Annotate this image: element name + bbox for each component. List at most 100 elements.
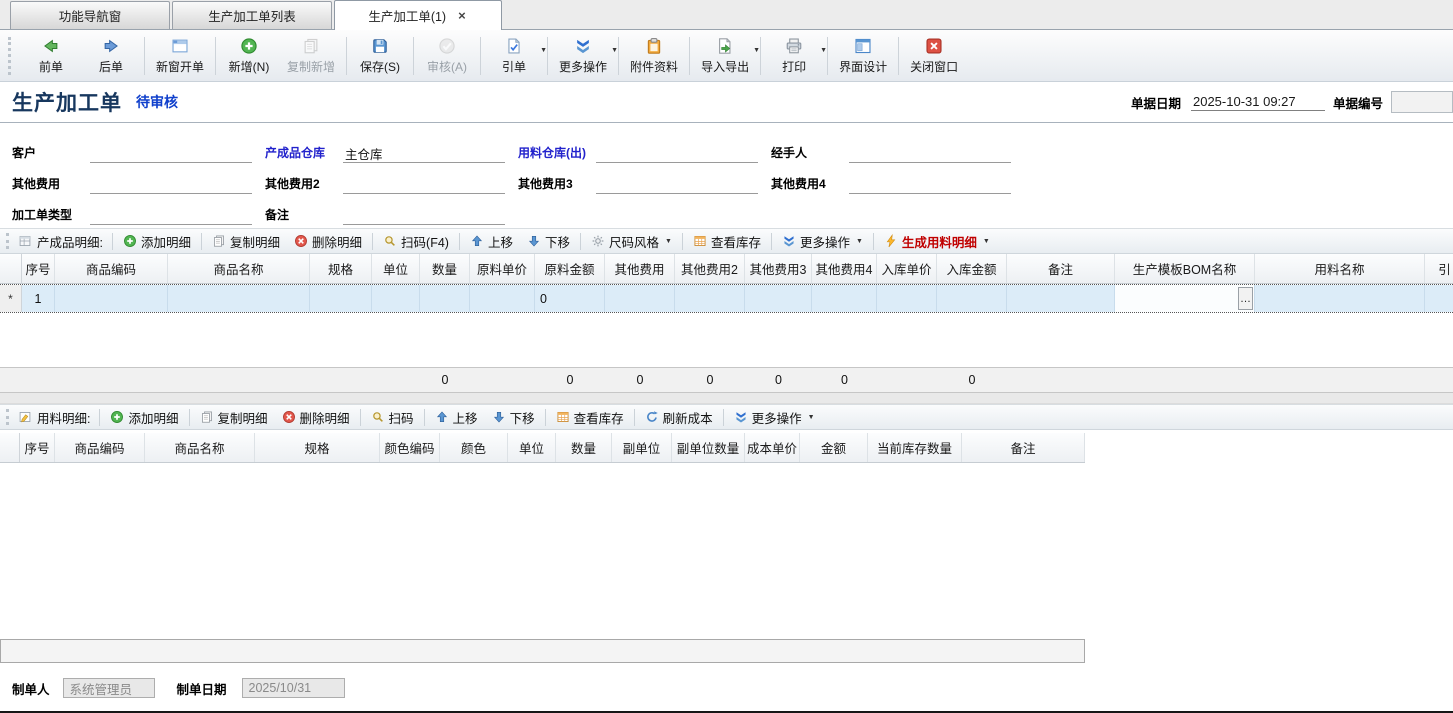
column-header[interactable]: 金额 [800, 433, 868, 462]
bom-lookup-button[interactable]: … [1238, 287, 1253, 310]
column-header[interactable]: 规格 [255, 433, 380, 462]
save-button[interactable]: 保存(S) [350, 31, 410, 80]
tab-order-list[interactable]: 生产加工单列表 [172, 1, 332, 29]
row-selector[interactable]: * [0, 285, 22, 312]
add-detail-button[interactable]: 添加明细 [116, 230, 198, 253]
other-fee2-input[interactable] [343, 175, 505, 194]
grid-cell[interactable] [812, 285, 877, 312]
dropdown-caret-icon[interactable]: ▼ [753, 47, 760, 54]
finished-goods-warehouse-input[interactable]: 主仓库 [343, 144, 505, 163]
tab-function-nav[interactable]: 功能导航窗 [10, 1, 170, 29]
size-style-button[interactable]: 尺码风格▼ [584, 230, 679, 253]
grid-cell[interactable] [605, 285, 675, 312]
new-window-order-button[interactable]: 新窗开单 [148, 31, 212, 80]
column-header[interactable]: 原料单价 [470, 254, 535, 283]
delete-detail-button[interactable]: 删除明细 [287, 230, 369, 253]
grid-cell[interactable] [1255, 285, 1425, 312]
grid-cell[interactable]: 1 [22, 285, 55, 312]
column-header[interactable]: 备注 [1007, 254, 1115, 283]
grid-cell[interactable] [420, 285, 470, 312]
grid-cell[interactable] [877, 285, 937, 312]
column-header[interactable]: 当前库存数量 [868, 433, 962, 462]
column-header[interactable]: 颜色编码 [380, 433, 440, 462]
handler-input[interactable] [849, 144, 1011, 163]
column-header[interactable]: 其他费用2 [675, 254, 745, 283]
more-actions-button[interactable]: 更多操作▼ [551, 31, 615, 80]
view-stock-button[interactable]: 查看库存 [686, 230, 768, 253]
grid-cell[interactable] [1007, 285, 1115, 312]
move-down-button[interactable]: 下移 [485, 406, 542, 429]
grid-cell[interactable]: … [1115, 285, 1255, 312]
column-header[interactable]: 单位 [508, 433, 556, 462]
tab-order-detail[interactable]: 生产加工单(1)× [334, 0, 502, 30]
grid-cell[interactable] [470, 285, 535, 312]
column-header[interactable]: 其他费用4 [812, 254, 877, 283]
refresh-cost-button[interactable]: 刷新成本 [638, 406, 720, 429]
column-header[interactable]: 生产模板BOM名称 [1115, 254, 1255, 283]
grid-cell[interactable] [675, 285, 745, 312]
column-header[interactable]: 序号 [20, 433, 55, 462]
column-header[interactable]: 商品编码 [55, 254, 168, 283]
material-warehouse-out-label[interactable]: 用料仓库(出) [518, 144, 596, 163]
attachments-button[interactable]: 附件资料 [622, 31, 686, 80]
delete-detail-button[interactable]: 删除明细 [275, 406, 357, 429]
column-header[interactable]: 其他费用3 [745, 254, 812, 283]
scan-code-button[interactable]: 扫码(F4) [376, 230, 456, 253]
generate-material-detail-button[interactable]: 生成用料明细▼ [877, 230, 997, 253]
print-button[interactable]: 打印▼ [764, 31, 824, 80]
dropdown-caret-icon[interactable]: ▼ [820, 47, 827, 54]
move-down-button[interactable]: 下移 [520, 230, 577, 253]
column-header[interactable]: 商品名称 [168, 254, 310, 283]
grid-cell[interactable] [937, 285, 1007, 312]
view-stock-button[interactable]: 查看库存 [549, 406, 631, 429]
column-header[interactable]: 数量 [556, 433, 612, 462]
add-new-button[interactable]: 新增(N) [219, 31, 279, 80]
import-export-button[interactable]: 导入导出▼ [693, 31, 757, 80]
move-up-button[interactable]: 上移 [463, 230, 520, 253]
dropdown-caret-icon[interactable]: ▼ [611, 47, 618, 54]
move-up-button[interactable]: 上移 [428, 406, 485, 429]
remark-input[interactable] [343, 206, 505, 225]
column-header[interactable]: 引 [1425, 254, 1453, 283]
add-detail-button[interactable]: 添加明细 [103, 406, 185, 429]
column-header[interactable]: 颜色 [440, 433, 508, 462]
column-header[interactable]: 入库单价 [877, 254, 937, 283]
more-actions-button[interactable]: 更多操作▼ [727, 406, 822, 429]
other-fee3-input[interactable] [596, 175, 758, 194]
column-header[interactable]: 商品名称 [145, 433, 255, 462]
column-header[interactable]: 成本单价 [745, 433, 800, 462]
ui-design-button[interactable]: 界面设计 [831, 31, 895, 80]
order-type-input[interactable] [90, 206, 252, 225]
dropdown-caret-icon[interactable]: ▼ [540, 47, 547, 54]
column-header[interactable]: 数量 [420, 254, 470, 283]
grid-cell[interactable]: 0 [535, 285, 605, 312]
grid-cell[interactable] [745, 285, 812, 312]
finished-goods-warehouse-label[interactable]: 产成品仓库 [265, 144, 343, 163]
column-header[interactable]: 其他费用 [605, 254, 675, 283]
column-header[interactable]: 商品编码 [55, 433, 145, 462]
column-header[interactable]: 用料名称 [1255, 254, 1425, 283]
more-actions-button[interactable]: 更多操作▼ [775, 230, 870, 253]
customer-input[interactable] [90, 144, 252, 163]
column-header[interactable]: 规格 [310, 254, 372, 283]
grid-cell[interactable] [310, 285, 372, 312]
column-header[interactable]: 单位 [372, 254, 420, 283]
grid-cell[interactable] [55, 285, 168, 312]
column-header[interactable]: 副单位 [612, 433, 672, 462]
close-tab-icon[interactable]: × [456, 8, 468, 23]
grid-cell[interactable] [372, 285, 420, 312]
pull-order-button[interactable]: 引单▼ [484, 31, 544, 80]
other-fee4-input[interactable] [849, 175, 1011, 194]
copy-detail-button[interactable]: 复制明细 [193, 406, 275, 429]
doc-number-input[interactable] [1391, 91, 1453, 113]
grid-cell[interactable] [1425, 285, 1453, 312]
column-header[interactable]: 序号 [22, 254, 55, 283]
copy-detail-button[interactable]: 复制明细 [205, 230, 287, 253]
column-header[interactable]: 备注 [962, 433, 1085, 462]
material-warehouse-out-input[interactable] [596, 144, 758, 163]
column-header[interactable]: 原料金额 [535, 254, 605, 283]
other-fee-input[interactable] [90, 175, 252, 194]
close-window-button[interactable]: 关闭窗口 [902, 31, 966, 80]
scan-code-button[interactable]: 扫码 [364, 406, 421, 429]
doc-date-input[interactable]: 2025-10-31 09:27 [1191, 94, 1325, 111]
